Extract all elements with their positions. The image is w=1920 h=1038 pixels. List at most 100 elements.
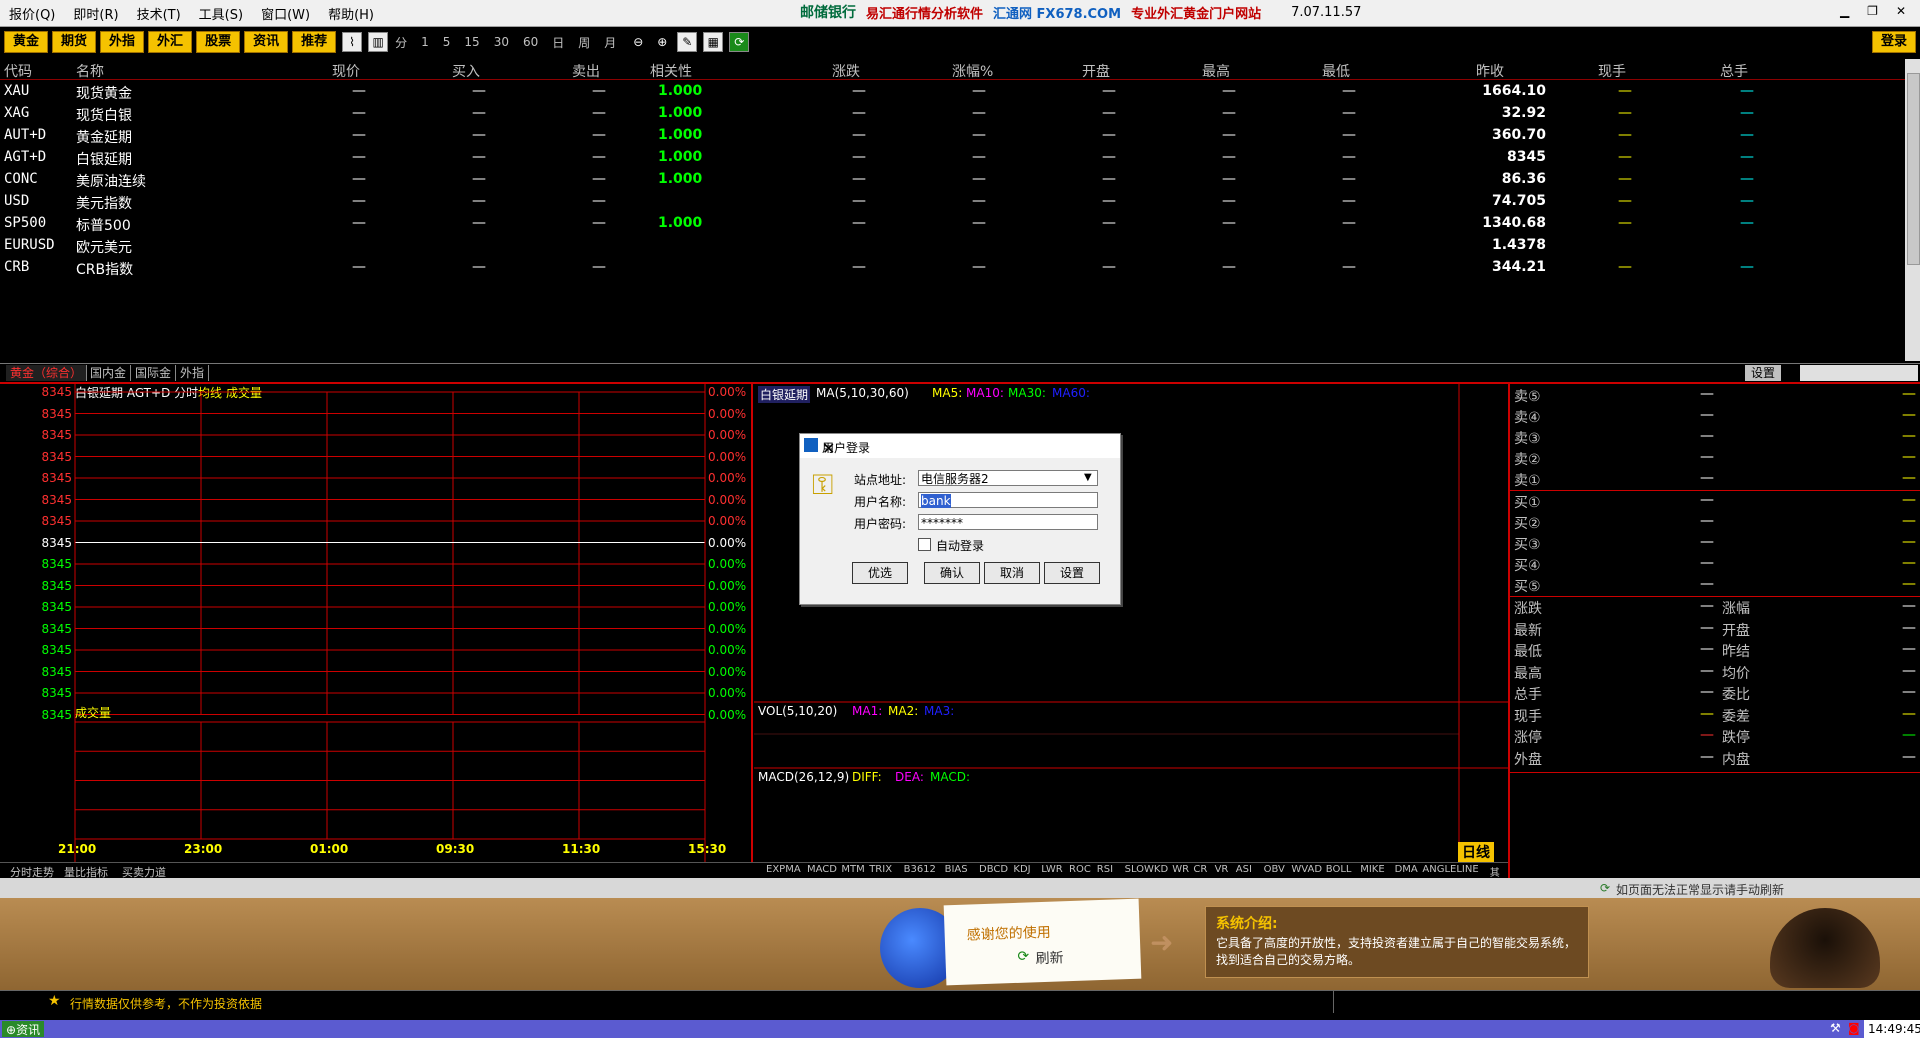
quote-row[interactable]: SP500 标普500 — — — — — — — — 1.000 1340.68 — — xyxy=(0,213,1905,235)
restore-icon[interactable]: ❐ xyxy=(1867,4,1878,18)
tab-hscrollbar[interactable] xyxy=(1800,365,1918,381)
indicator-link[interactable]: ROC xyxy=(1069,864,1091,875)
intraday-chart[interactable] xyxy=(0,384,760,862)
col-code[interactable]: 代码 xyxy=(4,61,32,81)
confirm-button[interactable]: 确认 xyxy=(924,562,980,584)
indicator-link[interactable]: DMA xyxy=(1395,864,1418,875)
indicator-link[interactable]: RSI xyxy=(1097,864,1113,875)
indicator-link[interactable]: ANGLELINE xyxy=(1422,864,1478,875)
quote-scrollbar[interactable] xyxy=(1905,59,1920,361)
quote-row[interactable]: CRB CRB指数 — — — — — — — — 344.21 — — xyxy=(0,257,1905,279)
btn-stocks[interactable]: 股票 xyxy=(196,31,241,53)
minimize-icon[interactable]: ▁ xyxy=(1840,4,1849,18)
banner-refresh-link[interactable]: 刷新 xyxy=(1035,947,1064,968)
tab-intl-gold[interactable]: 国际金 xyxy=(131,365,177,381)
indicator-link[interactable]: WR xyxy=(1172,864,1189,875)
tray-tools-icon[interactable]: ⚒ xyxy=(1830,1021,1841,1035)
cancel-button[interactable]: 取消 xyxy=(984,562,1040,584)
col-open[interactable]: 开盘 xyxy=(1082,61,1110,81)
menu-realtime[interactable]: 即时(R) xyxy=(64,4,127,23)
col-cur-vol[interactable]: 现手 xyxy=(1598,61,1626,81)
quote-row[interactable]: XAU 现货黄金 — — — — — — — — 1.000 1664.10 — — xyxy=(0,81,1905,103)
col-correlation[interactable]: 相关性 xyxy=(650,61,692,81)
period-week[interactable]: 周 xyxy=(571,34,597,51)
btn-futures[interactable]: 期货 xyxy=(52,31,97,53)
quote-row[interactable]: AUT+D 黄金延期 — — — — — — — — 1.000 360.70 — — xyxy=(0,125,1905,147)
indicator-link[interactable]: MTM xyxy=(841,864,864,875)
quote-row[interactable]: AGT+D 白银延期 — — — — — — — — 1.000 8345 — — xyxy=(0,147,1905,169)
pen-icon[interactable]: ✎ xyxy=(677,32,698,52)
btn-forex[interactable]: 外汇 xyxy=(148,31,193,53)
indicator-link[interactable]: OBV xyxy=(1264,864,1285,875)
auto-login-checkbox[interactable] xyxy=(918,538,931,551)
period-30[interactable]: 30 xyxy=(487,35,516,49)
indicator-link[interactable]: EXPMA xyxy=(766,864,801,875)
scroll-thumb[interactable] xyxy=(1907,73,1920,265)
indicator-link[interactable]: ASI xyxy=(1236,864,1252,875)
menu-quote[interactable]: 报价(Q) xyxy=(0,4,64,23)
username-field[interactable]: bank xyxy=(918,492,1098,508)
indicator-link[interactable]: TRIX xyxy=(869,864,892,875)
col-prev-close[interactable]: 昨收 xyxy=(1476,61,1504,81)
col-low[interactable]: 最低 xyxy=(1322,61,1350,81)
indicator-link[interactable]: SLOWKD xyxy=(1125,864,1169,875)
quote-row[interactable]: USD 美元指数 — — — — — — — — 74.705 — — xyxy=(0,191,1905,213)
login-button[interactable]: 登录 xyxy=(1871,31,1916,53)
col-bid[interactable]: 买入 xyxy=(452,61,480,81)
indicator-link[interactable]: BOLL xyxy=(1326,864,1352,875)
quote-row[interactable]: EURUSD 欧元美元 1.4378 xyxy=(0,235,1905,257)
dialog-close-icon[interactable]: ✕ xyxy=(822,439,1112,458)
period-1[interactable]: 1 xyxy=(414,35,436,49)
quote-row[interactable]: CONC 美原油连续 — — — — — — — — 1.000 86.36 — — xyxy=(0,169,1905,191)
col-name[interactable]: 名称 xyxy=(76,61,104,81)
period-badge[interactable]: 日线 xyxy=(1458,842,1494,862)
period-60[interactable]: 60 xyxy=(516,35,545,49)
tray-app-icon[interactable]: ◙ xyxy=(1848,1021,1860,1035)
menu-help[interactable]: 帮助(H) xyxy=(319,4,383,23)
indicator-link[interactable]: MACD xyxy=(807,864,837,875)
btn-news[interactable]: 资讯 xyxy=(244,31,289,53)
indicator-link[interactable]: BIAS xyxy=(945,864,968,875)
tab-foreign-index[interactable]: 外指 xyxy=(176,365,210,381)
period-month[interactable]: 月 xyxy=(597,34,623,51)
refresh-icon[interactable]: ⟳ xyxy=(729,32,750,52)
menu-tools[interactable]: 工具(S) xyxy=(190,4,252,23)
password-field[interactable]: ******* xyxy=(918,514,1098,530)
indicator-link[interactable]: KDJ xyxy=(1013,864,1030,875)
news-taskbar-button[interactable]: ⊕资讯 xyxy=(2,1021,45,1037)
indicator-link[interactable]: CR xyxy=(1193,864,1207,875)
indicator-link[interactable]: B3612 xyxy=(904,864,936,875)
btn-recommend[interactable]: 推荐 xyxy=(292,31,337,53)
tab-gold-composite[interactable]: 黄金（综合） xyxy=(6,365,88,381)
tab-domestic-gold[interactable]: 国内金 xyxy=(86,365,132,381)
indicator-link[interactable]: MIKE xyxy=(1360,864,1384,875)
indicator-link[interactable]: DBCD xyxy=(979,864,1008,875)
close-icon[interactable]: ✕ xyxy=(1896,4,1906,18)
btn-foreign-index[interactable]: 外指 xyxy=(100,31,145,53)
period-5[interactable]: 5 xyxy=(436,35,458,49)
line-chart-icon[interactable]: ⌇ xyxy=(342,32,363,52)
kline-chart-icon[interactable]: ▥ xyxy=(368,32,389,52)
zoom-out-icon[interactable]: ⊖ xyxy=(629,33,648,51)
col-change[interactable]: 涨跌 xyxy=(832,61,860,81)
indicator-link[interactable]: VR xyxy=(1215,864,1229,875)
col-price[interactable]: 现价 xyxy=(332,61,360,81)
tab-settings-button[interactable]: 设置 xyxy=(1745,365,1782,381)
site-select[interactable]: 电信服务器2 xyxy=(918,470,1098,486)
menu-window[interactable]: 窗口(W) xyxy=(252,4,319,23)
settings-button[interactable]: 设置 xyxy=(1044,562,1100,584)
indicator-link[interactable]: LWR xyxy=(1041,864,1063,875)
menu-technical[interactable]: 技术(T) xyxy=(128,4,190,23)
btn-gold[interactable]: 黄金 xyxy=(4,31,49,53)
col-change-pct[interactable]: 涨幅% xyxy=(952,61,993,81)
col-ask[interactable]: 卖出 xyxy=(572,61,600,81)
preferred-button[interactable]: 优选 xyxy=(852,562,908,584)
period-day[interactable]: 日 xyxy=(545,34,571,51)
period-15[interactable]: 15 xyxy=(457,35,486,49)
indicator-link[interactable]: WVAD xyxy=(1291,864,1322,875)
quote-row[interactable]: XAG 现货白银 — — — — — — — — 1.000 32.92 — — xyxy=(0,103,1905,125)
col-total-vol[interactable]: 总手 xyxy=(1720,61,1748,81)
chevron-down-icon[interactable]: ▼ xyxy=(1084,472,1092,483)
period-minute[interactable]: 分 xyxy=(388,34,414,51)
calculator-icon[interactable]: ▦ xyxy=(703,32,724,52)
